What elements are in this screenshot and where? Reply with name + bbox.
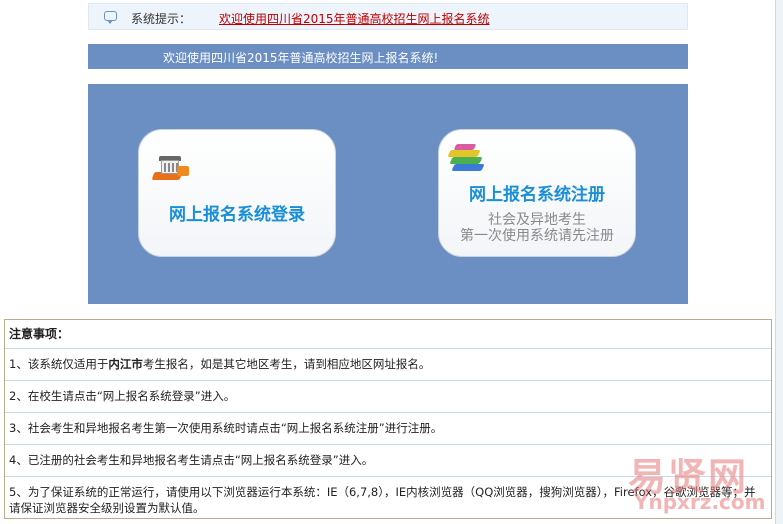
welcome-text: 欢迎使用四川省2015年普通高校招生网上报名系统!: [163, 51, 439, 65]
watermark: 易贤网 Ynpxrz.com: [628, 446, 778, 520]
note-item-1-pre: 1、该系统仅适用于: [9, 357, 109, 371]
register-card-subtitle-1: 社会及异地考生: [488, 212, 586, 228]
login-card-title: 网上报名系统登录: [169, 205, 305, 225]
notes-header: 注意事项：: [5, 320, 771, 349]
notice-label: 系统提示：: [131, 12, 192, 26]
books-icon: [447, 144, 487, 174]
register-card-button[interactable]: 网上报名系统注册 社会及异地考生 第一次使用系统请先注册: [438, 129, 636, 257]
watermark-url: Ynpxrz.com: [634, 490, 766, 514]
note-item-2: 2、在校生请点击“网上报名系统登录”进入。: [5, 381, 771, 413]
note-item-1-city: 内江市: [108, 357, 143, 371]
building-icon: [151, 156, 189, 182]
note-item-3: 3、社会考生和异地报名考生第一次使用系统时请点击“网上报名系统注册”进行注册。: [5, 413, 771, 445]
note-item-1-post: 考生报名，如是其它地区考生，请到相应地区网址报名。: [142, 357, 431, 371]
system-notice-bar: 系统提示： 欢迎使用四川省2015年普通高校招生网上报名系统: [88, 3, 688, 30]
note-item-1: 1、该系统仅适用于内江市考生报名，如是其它地区考生，请到相应地区网址报名。: [5, 349, 771, 381]
entry-panel: 网上报名系统登录 网上报名系统注册 社会及异地考生 第一次使用系统请先注册: [88, 84, 688, 304]
welcome-bar: 欢迎使用四川省2015年普通高校招生网上报名系统!: [88, 44, 688, 69]
register-card-subtitle-2: 第一次使用系统请先注册: [460, 228, 614, 244]
notice-link[interactable]: 欢迎使用四川省2015年普通高校招生网上报名系统: [219, 10, 490, 27]
register-card-title: 网上报名系统注册: [469, 185, 605, 205]
speech-bubble-icon: [104, 11, 117, 24]
login-card-button[interactable]: 网上报名系统登录: [138, 129, 336, 257]
